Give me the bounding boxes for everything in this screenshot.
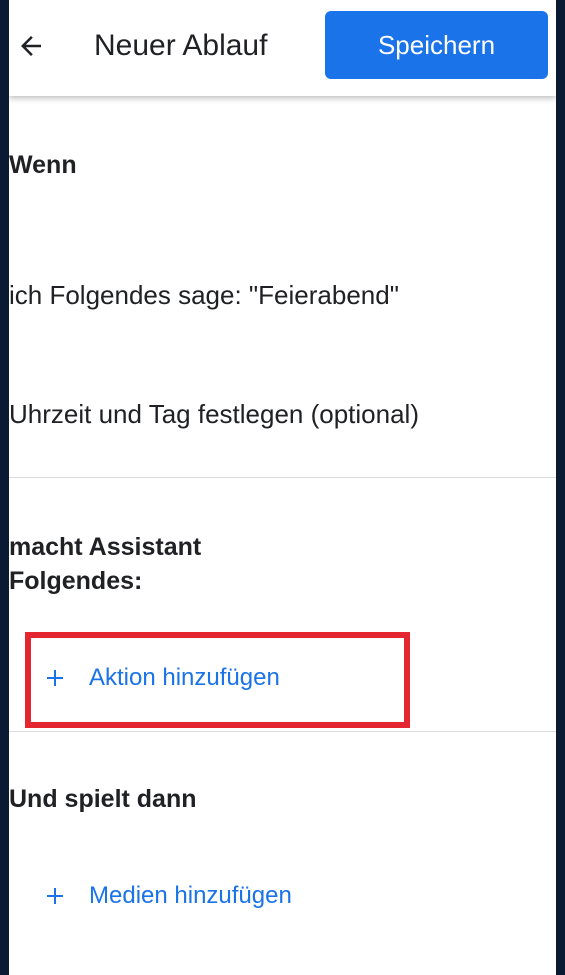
actions-heading: macht Assistant Folgendes: xyxy=(9,533,202,595)
page-title: Neuer Ablauf xyxy=(94,29,268,62)
divider xyxy=(9,477,556,478)
app-bar: Neuer Ablauf Speichern xyxy=(9,0,556,96)
divider xyxy=(9,731,556,732)
plus-icon xyxy=(41,882,69,910)
back-button[interactable] xyxy=(11,24,51,68)
when-heading: Wenn xyxy=(9,151,77,179)
media-heading: Und spielt dann xyxy=(9,785,197,813)
save-button[interactable]: Speichern xyxy=(325,11,548,79)
add-media-button[interactable]: Medien hinzufügen xyxy=(41,882,292,910)
arrow-back-icon xyxy=(21,36,41,56)
schedule-item[interactable]: Uhrzeit und Tag festlegen (optional) xyxy=(9,397,419,431)
trigger-phrase-item[interactable]: ich Folgendes sage: "Feierabend" xyxy=(9,278,399,312)
highlight-box xyxy=(25,632,410,728)
add-media-label: Medien hinzufügen xyxy=(89,882,292,909)
routine-editor-screen: Neuer Ablauf Speichern Wenn ich Folgende… xyxy=(9,0,556,975)
